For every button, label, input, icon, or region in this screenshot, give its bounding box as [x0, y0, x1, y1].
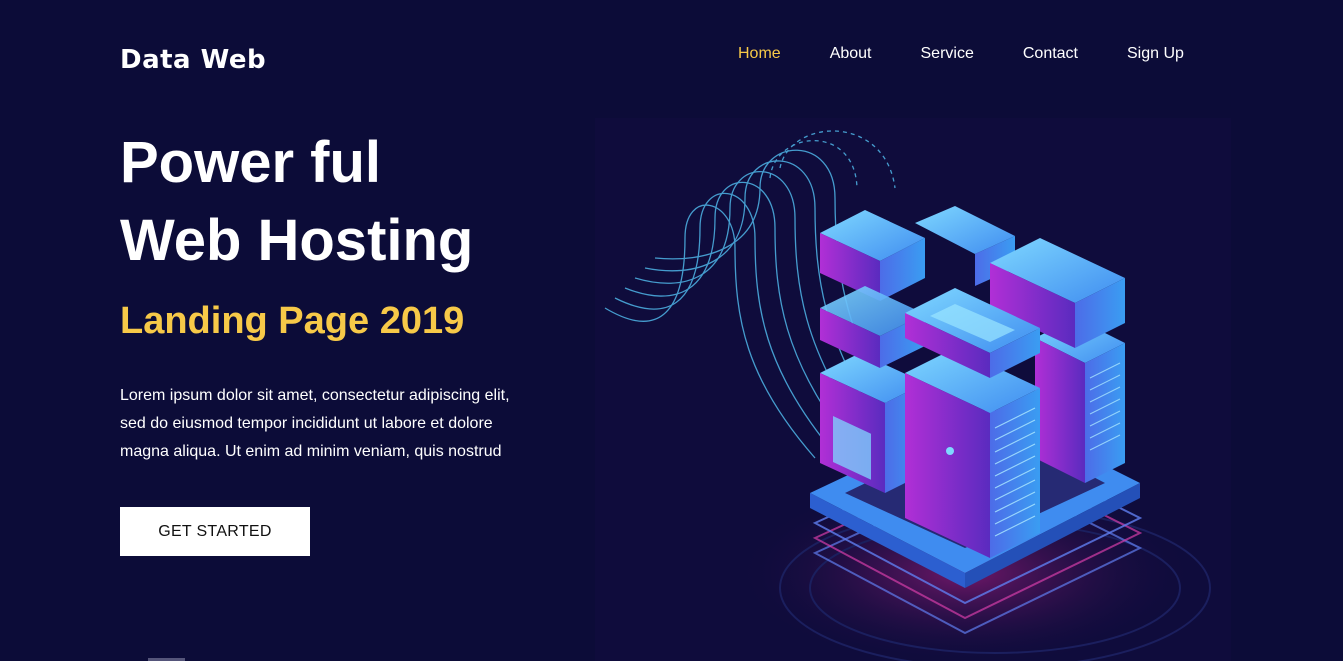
hero-headline-line1: Power ful: [120, 130, 382, 195]
server-illustration: [595, 118, 1231, 661]
brand-logo[interactable]: Data Web: [120, 42, 266, 78]
landing-page: Data Web Home About Service Contact Sign…: [0, 0, 1343, 661]
nav-link-contact[interactable]: Contact: [1023, 42, 1078, 66]
hero-subheadline: Landing Page 2019: [120, 300, 465, 342]
hero-description-line3: magna aliqua. Ut enim ad minim veniam, q…: [120, 443, 502, 460]
hero-description-line1: Lorem ipsum dolor sit amet, consectetur …: [120, 387, 510, 404]
hero-headline-line2: Web Hosting: [120, 208, 474, 273]
main-nav: Home About Service Contact Sign Up: [738, 42, 1184, 66]
get-started-button[interactable]: GET STARTED: [120, 507, 310, 556]
nav-link-service[interactable]: Service: [921, 42, 974, 66]
nav-link-about[interactable]: About: [830, 42, 872, 66]
hero-description-line2: sed do eiusmod tempor incididunt ut labo…: [120, 415, 493, 432]
hero-description: Lorem ipsum dolor sit amet, consectetur …: [120, 382, 560, 466]
nav-link-home[interactable]: Home: [738, 42, 781, 66]
server-rack-isometric-icon: [604, 130, 1211, 661]
hero-headline: Power ful Web Hosting: [120, 124, 473, 280]
nav-link-sign-up[interactable]: Sign Up: [1127, 42, 1184, 66]
